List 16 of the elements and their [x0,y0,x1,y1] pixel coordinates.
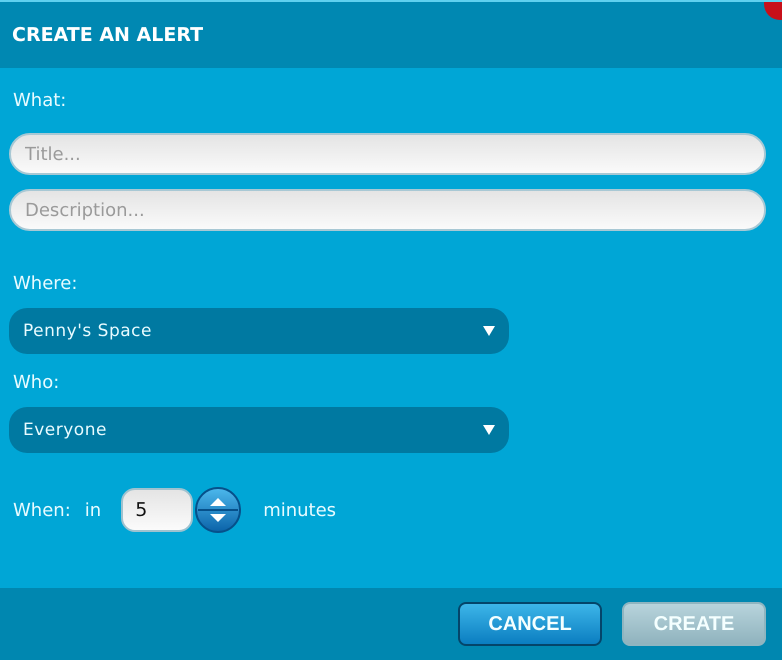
where-label: Where: [12,273,78,294]
minutes-label: minutes [262,500,336,520]
description-field[interactable]: Description... [9,189,766,231]
in-label: in [84,500,102,520]
who-dropdown[interactable]: Everyone [9,407,509,453]
title-field[interactable]: Title... [9,133,766,175]
what-label: What: [12,90,68,111]
when-label: When: [12,500,71,520]
spinner-icon[interactable] [195,487,242,533]
cancel-button[interactable]: CANCEL [458,602,602,646]
dialog-title: CREATE AN ALERT [12,24,204,46]
minutes-field[interactable]: 5 [121,488,194,532]
caret-icon [483,425,495,435]
where-dropdown[interactable]: Penny's Space [9,308,509,354]
who-label: Who: [12,372,60,393]
caret-icon [483,326,495,336]
